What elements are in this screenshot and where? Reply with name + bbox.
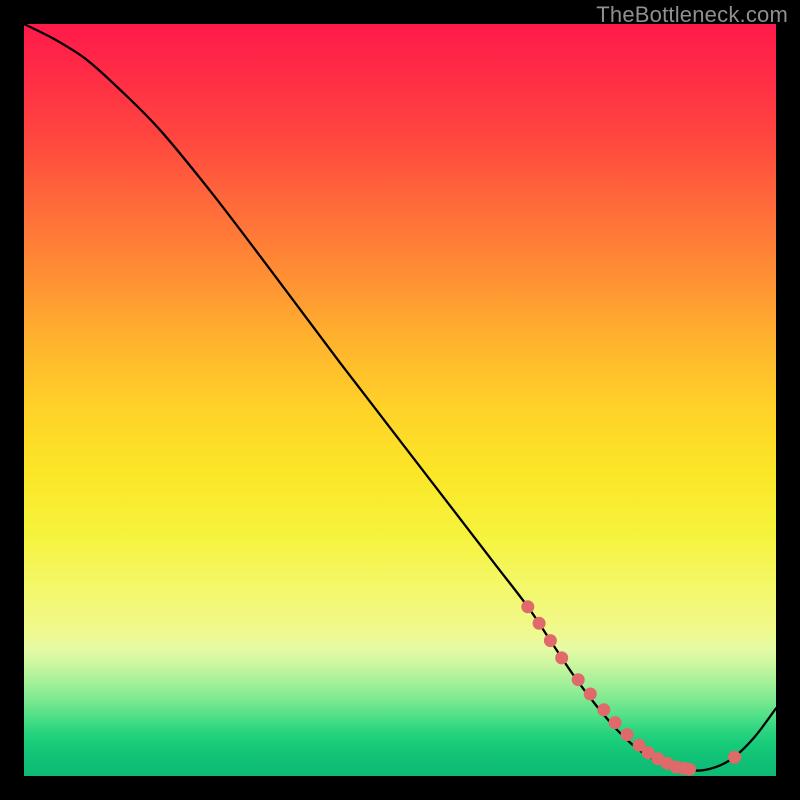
highlight-point — [544, 634, 557, 647]
highlight-point — [533, 617, 546, 630]
chart-frame: TheBottleneck.com — [0, 0, 800, 800]
plot-area — [24, 24, 776, 776]
highlight-point — [572, 673, 585, 686]
highlight-point — [597, 703, 610, 716]
highlight-point — [555, 651, 568, 664]
curve-layer — [24, 24, 776, 776]
highlight-point — [621, 728, 634, 741]
highlight-point — [521, 600, 534, 613]
highlight-point — [609, 716, 622, 729]
highlight-point — [584, 688, 597, 701]
highlight-point — [728, 751, 741, 764]
highlight-scatter — [521, 600, 741, 775]
highlight-point — [683, 763, 696, 776]
bottleneck-curve — [24, 24, 776, 771]
